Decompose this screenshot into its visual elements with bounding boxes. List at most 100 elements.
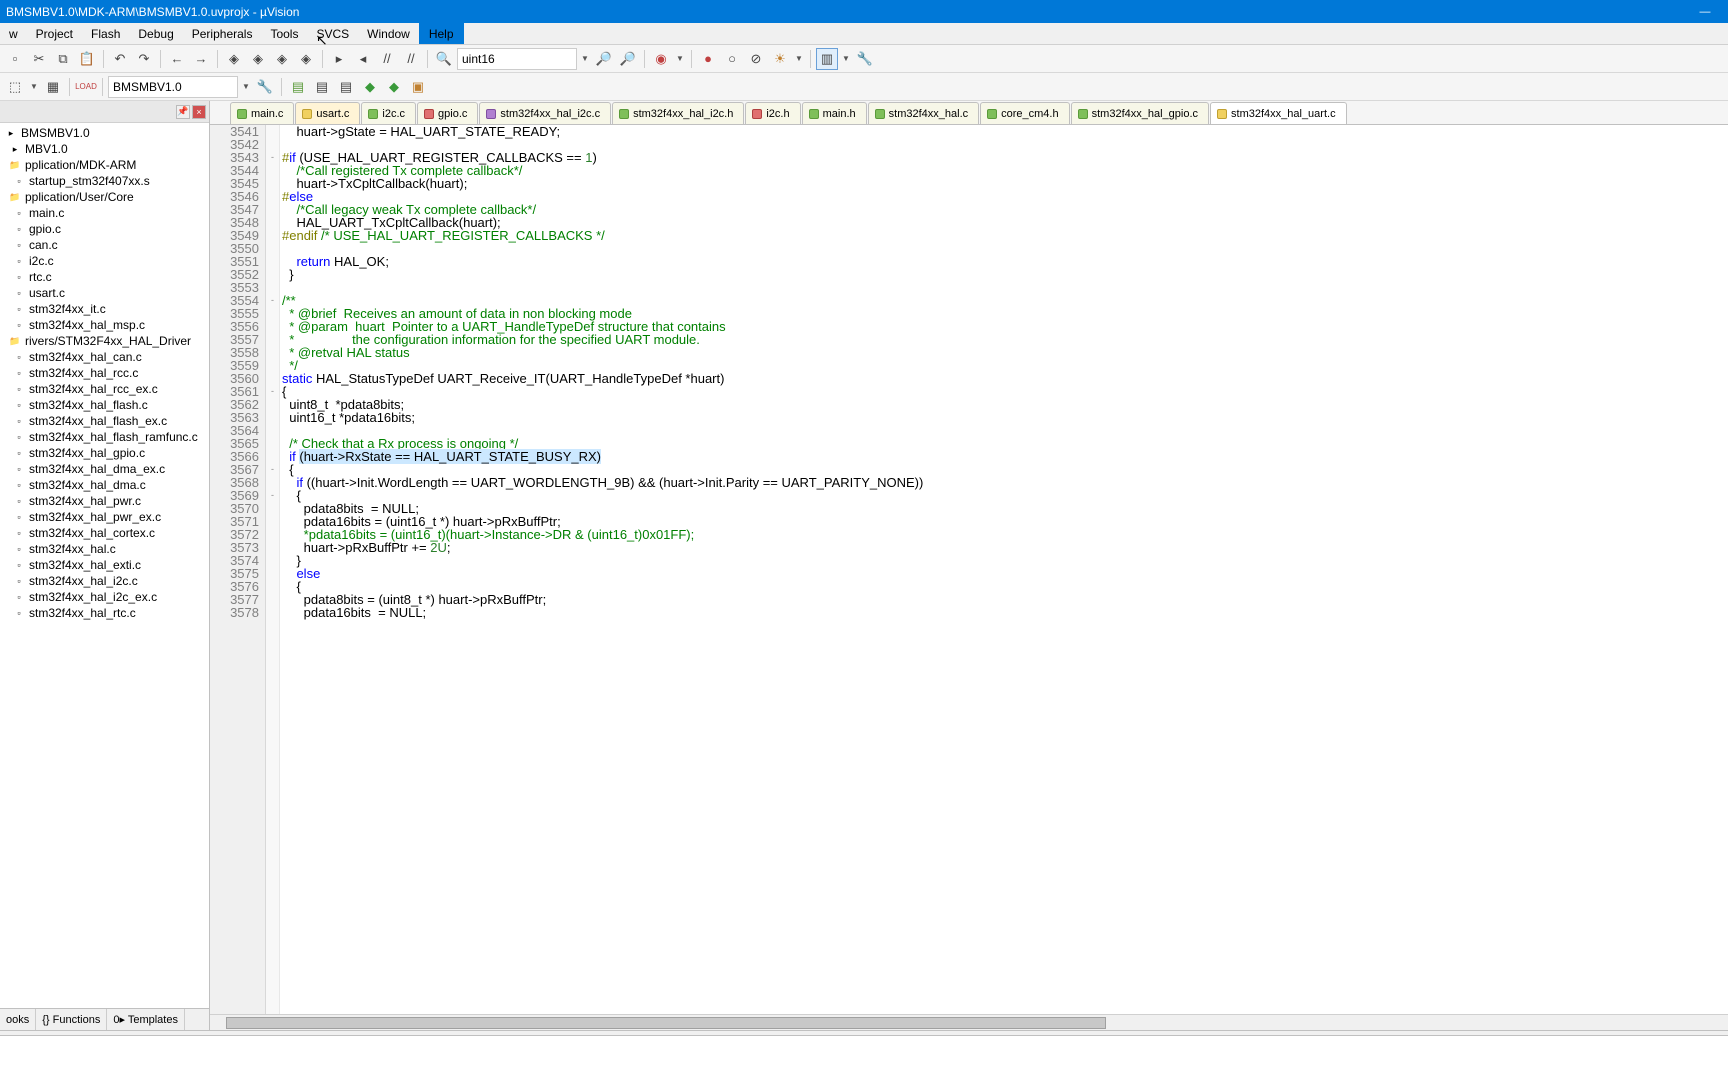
tree-file[interactable]: ▫main.c — [0, 205, 209, 221]
debug-icon[interactable]: ◉ — [650, 48, 672, 70]
tree-root[interactable]: ▸BMSMBV1.0 — [0, 125, 209, 141]
undo-icon[interactable]: ↶ — [109, 48, 131, 70]
scrollbar-thumb[interactable] — [226, 1017, 1106, 1029]
tree-file[interactable]: ▫stm32f4xx_hal_pwr.c — [0, 493, 209, 509]
tree-file[interactable]: ▫stm32f4xx_hal.c — [0, 541, 209, 557]
pane-pin-icon[interactable]: 📌 — [176, 105, 190, 119]
translate-icon[interactable]: ⬚ — [4, 76, 26, 98]
tree-file[interactable]: ▫stm32f4xx_hal_rcc.c — [0, 365, 209, 381]
menu-window[interactable]: Window — [358, 23, 419, 44]
editor-tab[interactable]: main.h — [802, 102, 867, 124]
bp-dropdown-icon[interactable]: ▼ — [793, 48, 805, 70]
find-next-icon[interactable]: 🔎 — [593, 48, 615, 70]
tree-file[interactable]: ▫stm32f4xx_hal_cortex.c — [0, 525, 209, 541]
books-icon[interactable]: ▣ — [407, 76, 429, 98]
tree-file[interactable]: ▫stm32f4xx_hal_pwr_ex.c — [0, 509, 209, 525]
tree-file[interactable]: ▫stm32f4xx_hal_exti.c — [0, 557, 209, 573]
tree-file[interactable]: ▫stm32f4xx_hal_rcc_ex.c — [0, 381, 209, 397]
tree-group[interactable]: ▸MBV1.0 — [0, 141, 209, 157]
manage-icon[interactable]: ▤ — [287, 76, 309, 98]
tree-group[interactable]: 📁rivers/STM32F4xx_HAL_Driver — [0, 333, 209, 349]
tree-file[interactable]: ▫stm32f4xx_hal_gpio.c — [0, 445, 209, 461]
editor-tab[interactable]: stm32f4xx_hal_i2c.h — [612, 102, 744, 124]
editor-tab[interactable]: gpio.c — [417, 102, 478, 124]
breakpoint-kill-icon[interactable]: ☀ — [769, 48, 791, 70]
menu-svcs[interactable]: SVCS — [307, 23, 358, 44]
nav-right-icon[interactable]: ◆ — [383, 76, 405, 98]
menu-project[interactable]: Project — [27, 23, 82, 44]
menu-tools[interactable]: Tools — [261, 23, 307, 44]
menu-peripherals[interactable]: Peripherals — [183, 23, 262, 44]
tree-file[interactable]: ▫gpio.c — [0, 221, 209, 237]
configure-icon[interactable]: 🔧 — [854, 48, 876, 70]
breakpoint-enable-icon[interactable]: ○ — [721, 48, 743, 70]
find-icon[interactable]: 🔍 — [433, 48, 455, 70]
editor-tab[interactable]: stm32f4xx_hal_uart.c — [1210, 102, 1347, 124]
tree-file[interactable]: ▫stm32f4xx_hal_dma.c — [0, 477, 209, 493]
editor-tab[interactable]: main.c — [230, 102, 294, 124]
find-in-files-icon[interactable]: 🔎 — [617, 48, 639, 70]
indent-icon[interactable]: ▸ — [328, 48, 350, 70]
tree-file[interactable]: ▫usart.c — [0, 285, 209, 301]
tree-file[interactable]: ▫rtc.c — [0, 269, 209, 285]
comment-icon[interactable]: // — [376, 48, 398, 70]
horizontal-scrollbar[interactable] — [210, 1014, 1728, 1030]
rebuild-icon[interactable]: ▤ — [335, 76, 357, 98]
pane-tab-functions[interactable]: {} Functions — [36, 1009, 107, 1030]
debug-dropdown-icon[interactable]: ▼ — [674, 48, 686, 70]
menu-view[interactable]: w — [0, 23, 27, 44]
project-tree[interactable]: ▸BMSMBV1.0▸MBV1.0📁pplication/MDK-ARM▫sta… — [0, 123, 209, 1008]
nav-back-icon[interactable]: ← — [166, 48, 188, 70]
bookmark-next-icon[interactable]: ◈ — [271, 48, 293, 70]
tree-group[interactable]: 📁pplication/User/Core — [0, 189, 209, 205]
options-icon[interactable]: 🔧 — [254, 76, 276, 98]
tree-file[interactable]: ▫i2c.c — [0, 253, 209, 269]
paste-icon[interactable]: 📋 — [76, 48, 98, 70]
code-area[interactable]: 3541354235433544354535463547354835493550… — [210, 125, 1728, 1014]
cut-icon[interactable]: ✂ — [28, 48, 50, 70]
tree-file[interactable]: ▫stm32f4xx_hal_i2c.c — [0, 573, 209, 589]
tree-file[interactable]: ▫startup_stm32f407xx.s — [0, 173, 209, 189]
tree-file[interactable]: ▫stm32f4xx_hal_rtc.c — [0, 605, 209, 621]
breakpoint-insert-icon[interactable]: ● — [697, 48, 719, 70]
menu-debug[interactable]: Debug — [129, 23, 182, 44]
tree-file[interactable]: ▫stm32f4xx_hal_msp.c — [0, 317, 209, 333]
editor-tab[interactable]: stm32f4xx_hal.c — [868, 102, 979, 124]
bookmark-clear-icon[interactable]: ◈ — [295, 48, 317, 70]
pane-close-icon[interactable]: × — [192, 105, 206, 119]
tree-group[interactable]: 📁pplication/MDK-ARM — [0, 157, 209, 173]
bookmark-prev-icon[interactable]: ◈ — [247, 48, 269, 70]
find-input[interactable] — [457, 48, 577, 70]
minimize-button[interactable]: — — [1688, 6, 1722, 18]
tree-file[interactable]: ▫stm32f4xx_hal_flash_ex.c — [0, 413, 209, 429]
tree-file[interactable]: ▫stm32f4xx_hal_flash.c — [0, 397, 209, 413]
load-icon[interactable]: LOAD — [75, 76, 97, 98]
code-text[interactable]: huart->gState = HAL_UART_STATE_READY;#if… — [280, 125, 1728, 1014]
editor-tab[interactable]: i2c.h — [745, 102, 800, 124]
editor-tab[interactable]: i2c.c — [361, 102, 416, 124]
batch-icon[interactable]: ▤ — [311, 76, 333, 98]
nav-left-icon[interactable]: ◆ — [359, 76, 381, 98]
translate-dropdown-icon[interactable]: ▼ — [28, 76, 40, 98]
build-icon[interactable]: ▦ — [42, 76, 64, 98]
outdent-icon[interactable]: ◂ — [352, 48, 374, 70]
tree-file[interactable]: ▫stm32f4xx_hal_dma_ex.c — [0, 461, 209, 477]
editor-tab[interactable]: usart.c — [295, 102, 360, 124]
fold-column[interactable]: ----- — [266, 125, 280, 1014]
redo-icon[interactable]: ↷ — [133, 48, 155, 70]
tree-file[interactable]: ▫stm32f4xx_it.c — [0, 301, 209, 317]
pane-tab-books[interactable]: ooks — [0, 1009, 36, 1030]
menu-flash[interactable]: Flash — [82, 23, 129, 44]
tree-file[interactable]: ▫stm32f4xx_hal_flash_ramfunc.c — [0, 429, 209, 445]
editor-tab[interactable]: core_cm4.h — [980, 102, 1069, 124]
tree-file[interactable]: ▫stm32f4xx_hal_i2c_ex.c — [0, 589, 209, 605]
find-dropdown-icon[interactable]: ▼ — [579, 48, 591, 70]
breakpoint-disable-icon[interactable]: ⊘ — [745, 48, 767, 70]
pane-tab-templates[interactable]: 0▸ Templates — [107, 1009, 185, 1030]
copy-icon[interactable]: ⧉ — [52, 48, 74, 70]
uncomment-icon[interactable]: // — [400, 48, 422, 70]
window-dropdown-icon[interactable]: ▼ — [840, 48, 852, 70]
editor-tab[interactable]: stm32f4xx_hal_i2c.c — [479, 102, 611, 124]
tree-file[interactable]: ▫can.c — [0, 237, 209, 253]
target-select[interactable] — [108, 76, 238, 98]
